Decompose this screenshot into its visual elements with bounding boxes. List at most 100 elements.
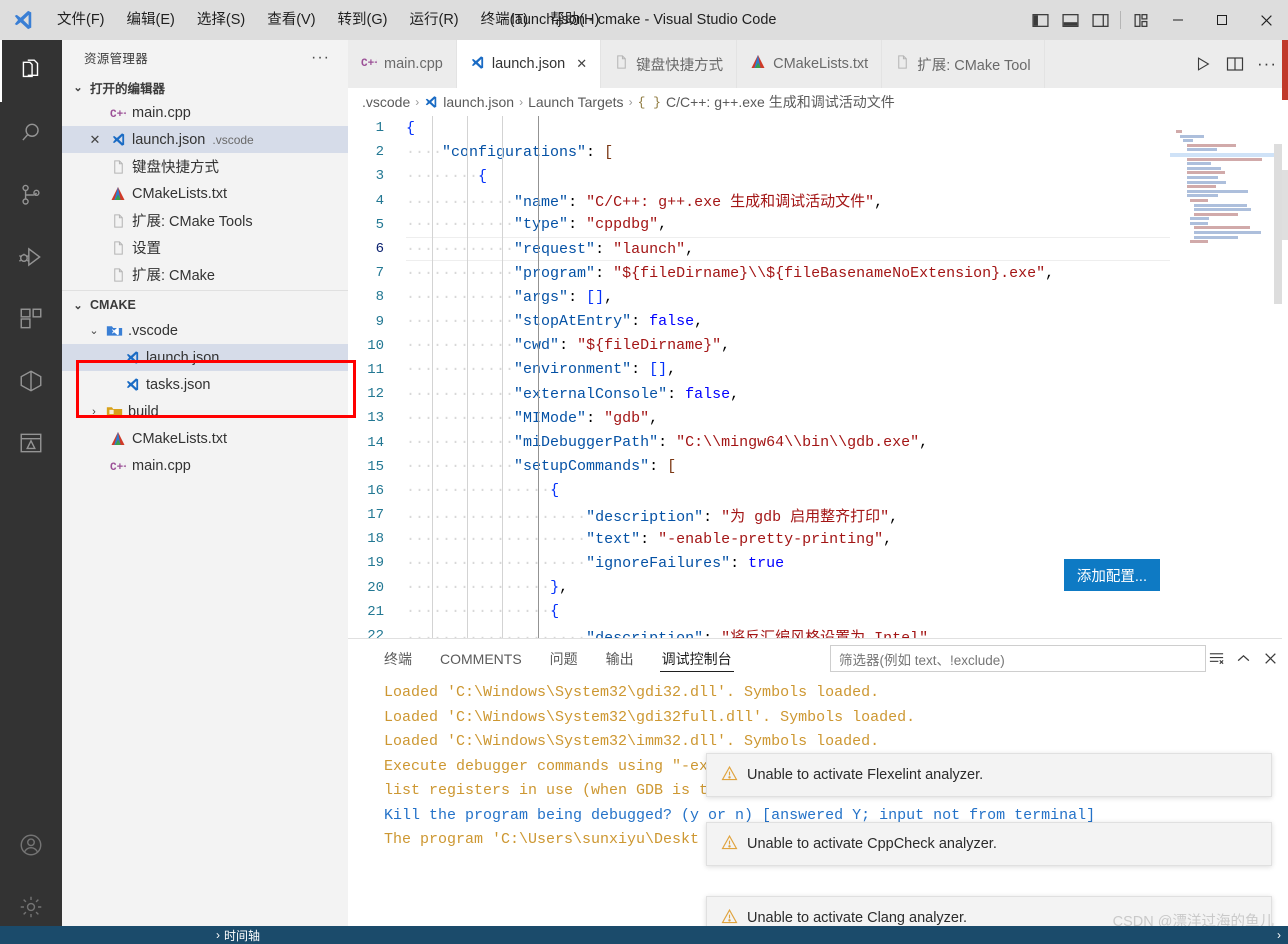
notification-toast-cppcheck[interactable]: Unable to activate CppCheck analyzer. bbox=[706, 822, 1272, 866]
code-line[interactable]: 1{ bbox=[348, 116, 1288, 140]
code-line[interactable]: 5 ············"type": "cppdbg", bbox=[348, 213, 1288, 237]
tree-item-tasks-json[interactable]: tasks.json bbox=[62, 371, 348, 398]
toggle-panel-icon[interactable] bbox=[1055, 0, 1085, 40]
tab-keyboard-shortcuts[interactable]: 键盘快捷方式 bbox=[601, 40, 738, 88]
section-open-editors[interactable]: ⌄ 打开的编辑器 bbox=[62, 75, 348, 99]
code-line[interactable]: 18 ····················"text": "-enable-p… bbox=[348, 527, 1288, 551]
open-editor-keyboard-shortcuts[interactable]: 键盘快捷方式 bbox=[62, 153, 348, 180]
menu-run[interactable]: 运行(R) bbox=[398, 7, 469, 33]
collapse-panel-icon[interactable] bbox=[1231, 645, 1255, 671]
code-line[interactable]: 11 ············"environment": [], bbox=[348, 358, 1288, 382]
close-icon[interactable]: ✕ bbox=[84, 132, 106, 148]
chevron-right-icon[interactable]: › bbox=[86, 406, 102, 418]
menu-edit[interactable]: 编辑(E) bbox=[116, 7, 186, 33]
code-line[interactable]: 9 ············"stopAtEntry": false, bbox=[348, 310, 1288, 334]
open-editor-cmakelists[interactable]: CMakeLists.txt bbox=[62, 180, 348, 207]
code-text: ····················"ignoreFailures": tr… bbox=[406, 554, 785, 572]
tab-cmakelists[interactable]: CMakeLists.txt bbox=[737, 40, 883, 88]
activity-cmake-icon[interactable] bbox=[0, 350, 62, 412]
panel-tab-terminal[interactable]: 终端 bbox=[370, 639, 426, 679]
menu-help[interactable]: 帮助(H) bbox=[539, 7, 610, 33]
tab-close-icon[interactable]: ✕ bbox=[576, 56, 587, 72]
code-line[interactable]: 15 ············"setupCommands": [ bbox=[348, 455, 1288, 479]
activity-cmake-tools-icon[interactable] bbox=[0, 412, 62, 474]
code-editor[interactable]: 1{2 ····"configurations": [3 ········{4 ···… bbox=[348, 116, 1288, 686]
more-actions-icon[interactable]: ··· bbox=[1252, 40, 1282, 88]
file-icon bbox=[614, 54, 629, 74]
code-line[interactable]: 7 ············"program": "${fileDirname}\… bbox=[348, 261, 1288, 285]
maximize-button[interactable] bbox=[1200, 0, 1244, 40]
clear-console-icon[interactable] bbox=[1204, 645, 1228, 671]
activity-accounts-icon[interactable] bbox=[0, 814, 62, 876]
code-line[interactable]: 16 ················{ bbox=[348, 479, 1288, 503]
code-line[interactable]: 12 ············"externalConsole": false, bbox=[348, 382, 1288, 406]
status-timeline[interactable]: › 时间轴 bbox=[0, 926, 267, 944]
activity-extensions-icon[interactable] bbox=[0, 288, 62, 350]
open-editor-ext-cmake[interactable]: 扩展: CMake bbox=[62, 261, 348, 288]
split-editor-icon[interactable] bbox=[1220, 40, 1250, 88]
minimize-button[interactable] bbox=[1156, 0, 1200, 40]
open-editor-launch-json[interactable]: ✕ launch.json .vscode bbox=[62, 126, 348, 153]
tree-item-cmakelists[interactable]: CMakeLists.txt bbox=[62, 425, 348, 452]
open-editor-settings[interactable]: 设置 bbox=[62, 234, 348, 261]
tab-ext-cmake-tools[interactable]: 扩展: CMake Tool bbox=[882, 40, 1045, 88]
panel-tab-comments[interactable]: COMMENTS bbox=[426, 639, 536, 679]
panel-tab-output[interactable]: 输出 bbox=[592, 639, 648, 679]
explorer-more-actions-icon[interactable]: ··· bbox=[311, 49, 330, 65]
section-workspace[interactable]: ⌄ CMAKE bbox=[62, 293, 348, 317]
menu-view[interactable]: 查看(V) bbox=[256, 7, 326, 33]
code-line[interactable]: 17 ····················"description": "为 … bbox=[348, 503, 1288, 527]
activity-run-debug-icon[interactable] bbox=[0, 226, 62, 288]
notification-toast-flexelint[interactable]: Unable to activate Flexelint analyzer. bbox=[706, 753, 1272, 797]
add-configuration-button[interactable]: 添加配置... bbox=[1063, 559, 1160, 591]
code-line[interactable]: 3 ········{ bbox=[348, 164, 1288, 188]
panel-tab-debug-console[interactable]: 调试控制台 bbox=[648, 639, 746, 679]
code-line[interactable]: 13 ············"MIMode": "gdb", bbox=[348, 406, 1288, 430]
close-panel-icon[interactable] bbox=[1258, 645, 1282, 671]
tree-item-main-cpp[interactable]: C++ main.cpp bbox=[62, 452, 348, 479]
tree-item-launch-json[interactable]: launch.json bbox=[62, 344, 348, 371]
activity-search-icon[interactable] bbox=[0, 102, 62, 164]
status-right-chevron[interactable]: › bbox=[1270, 926, 1288, 944]
toggle-primary-sidebar-icon[interactable] bbox=[1025, 0, 1055, 40]
tree-item-vscode-folder[interactable]: ⌄ .vscode bbox=[62, 317, 348, 344]
cpp-file-icon: C++ bbox=[361, 54, 381, 74]
console-line: Loaded 'C:\Windows\System32\imm32.dll'. … bbox=[384, 733, 880, 750]
activity-explorer-icon[interactable] bbox=[0, 40, 62, 102]
code-line[interactable]: 21 ················{ bbox=[348, 600, 1288, 624]
tree-item-build-folder[interactable]: › build bbox=[62, 398, 348, 425]
menu-file[interactable]: 文件(F) bbox=[46, 7, 116, 33]
tab-launch-json[interactable]: launch.json ✕ bbox=[456, 40, 602, 88]
file-icon bbox=[895, 54, 910, 74]
code-line[interactable]: 10 ············"cwd": "${fileDirname}", bbox=[348, 334, 1288, 358]
minimap[interactable] bbox=[1170, 116, 1274, 686]
breadcrumb-item-config[interactable]: C/C++: g++.exe 生成和调试活动文件 bbox=[666, 92, 895, 112]
breadcrumb-item-launch-json[interactable]: launch.json bbox=[443, 94, 514, 110]
filter-input[interactable]: 筛选器(例如 text、!exclude) bbox=[830, 645, 1206, 672]
code-line[interactable]: 8 ············"args": [], bbox=[348, 285, 1288, 309]
activity-source-control-icon[interactable] bbox=[0, 164, 62, 226]
code-line[interactable]: 6 ············"request": "launch", bbox=[348, 236, 1288, 262]
code-text: ············"miDebuggerPath": "C:\\mingw… bbox=[406, 434, 929, 452]
tab-main-cpp[interactable]: C++ main.cpp bbox=[348, 40, 457, 88]
breadcrumb-item-vscode[interactable]: .vscode bbox=[362, 94, 410, 110]
toggle-secondary-sidebar-icon[interactable] bbox=[1085, 0, 1115, 40]
panel-tab-problems[interactable]: 问题 bbox=[536, 639, 592, 679]
menu-selection[interactable]: 选择(S) bbox=[186, 7, 256, 33]
menu-terminal[interactable]: 终端(T) bbox=[470, 7, 540, 33]
menu-go[interactable]: 转到(G) bbox=[327, 7, 399, 33]
chevron-down-icon[interactable]: ⌄ bbox=[86, 324, 102, 337]
close-button[interactable] bbox=[1244, 0, 1288, 40]
open-editor-label: CMakeLists.txt bbox=[132, 185, 228, 202]
customize-layout-icon[interactable] bbox=[1126, 0, 1156, 40]
breadcrumb-item-launch-targets[interactable]: Launch Targets bbox=[528, 94, 623, 110]
chevron-down-icon: ⌄ bbox=[73, 81, 83, 94]
titlebar-divider bbox=[1120, 11, 1121, 29]
run-icon[interactable] bbox=[1188, 40, 1218, 88]
warning-icon bbox=[721, 834, 738, 855]
code-line[interactable]: 14 ············"miDebuggerPath": "C:\\min… bbox=[348, 430, 1288, 454]
open-editor-ext-cmake-tools[interactable]: 扩展: CMake Tools bbox=[62, 207, 348, 234]
code-line[interactable]: 4 ············"name": "C/C++: g++.exe 生成和… bbox=[348, 189, 1288, 213]
code-line[interactable]: 2 ····"configurations": [ bbox=[348, 140, 1288, 164]
open-editor-main-cpp[interactable]: C++ main.cpp bbox=[62, 99, 348, 126]
